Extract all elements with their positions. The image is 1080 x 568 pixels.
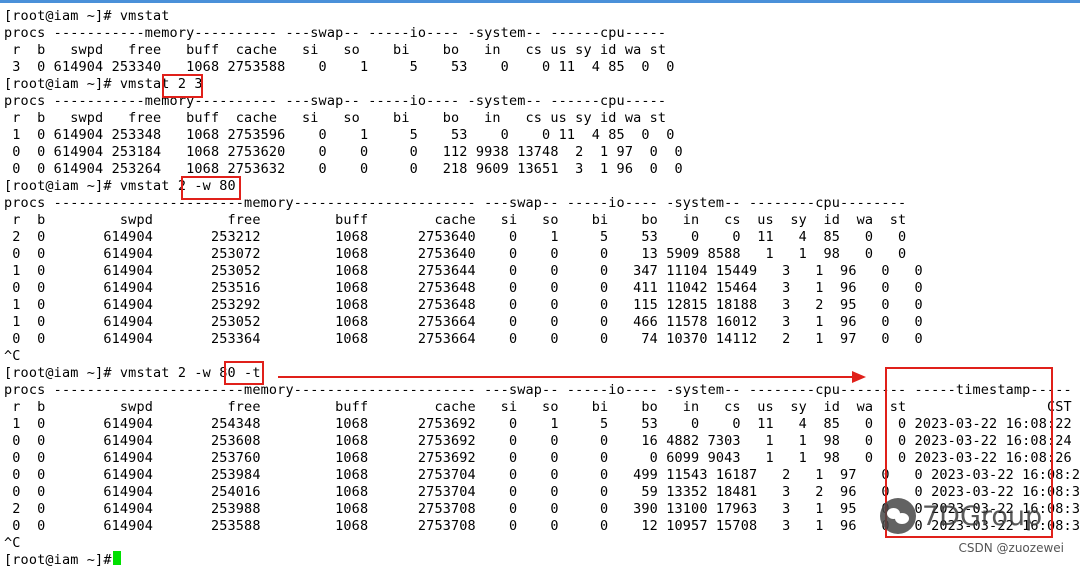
terminal-line-interrupt: ^C xyxy=(4,348,21,364)
window-top-border xyxy=(0,0,1080,3)
terminal-line-row: 0 0 614904 253516 1068 2753648 0 0 0 411… xyxy=(4,280,923,296)
terminal-line-row: 0 0 614904 253184 1068 2753620 0 0 0 112… xyxy=(4,144,683,160)
highlight-box-wide-option xyxy=(181,176,241,200)
credit-text: CSDN @zuozewei xyxy=(958,541,1065,555)
terminal-line-row: 2 0 614904 253212 1068 2753640 0 1 5 53 … xyxy=(4,229,907,245)
terminal-line-columns: r b swpd free buff cache si so bi bo in … xyxy=(4,212,907,228)
annotation-arrow-head xyxy=(852,371,866,383)
terminal-line-header: procs -----------------------memory-----… xyxy=(4,195,907,211)
terminal-line-row: 1 0 614904 253292 1068 2753648 0 0 0 115… xyxy=(4,297,923,313)
highlight-box-args xyxy=(162,74,203,98)
annotation-arrow xyxy=(278,376,853,378)
terminal-line-prompt: [root@iam ~]# vmstat 2 -w 80 -t xyxy=(4,365,261,381)
watermark-text: 7DGroup xyxy=(922,500,1043,532)
terminal-line-row: 1 0 614904 253052 1068 2753644 0 0 0 347… xyxy=(4,263,923,279)
terminal-line-row: 0 0 614904 253364 1068 2753664 0 0 0 74 … xyxy=(4,331,923,347)
terminal-line-columns: r b swpd free buff cache si so bi bo in … xyxy=(4,110,667,126)
terminal-line-interrupt: ^C xyxy=(4,535,21,551)
highlight-box-timestamp-option xyxy=(224,361,264,385)
terminal-line-row: 1 0 614904 253348 1068 2753596 0 1 5 53 … xyxy=(4,127,675,143)
terminal-line-prompt: [root@iam ~]# vmstat xyxy=(4,8,170,24)
watermark: 7DGroup xyxy=(880,494,1042,538)
wechat-icon xyxy=(880,498,916,534)
terminal-line-row: 0 0 614904 253264 1068 2753632 0 0 0 218… xyxy=(4,161,683,177)
terminal-line-columns: r b swpd free buff cache si so bi bo in … xyxy=(4,42,667,58)
terminal-line-header: procs -----------memory---------- ---swa… xyxy=(4,25,667,41)
terminal-cursor xyxy=(113,551,121,565)
terminal-line-row: 1 0 614904 253052 1068 2753664 0 0 0 466… xyxy=(4,314,923,330)
terminal-line-row: 3 0 614904 253340 1068 2753588 0 1 5 53 … xyxy=(4,59,675,75)
terminal-line-prompt[interactable]: [root@iam ~]# xyxy=(4,552,120,568)
terminal-line-header: procs -----------memory---------- ---swa… xyxy=(4,93,667,109)
terminal-line-row: 0 0 614904 253072 1068 2753640 0 0 0 13 … xyxy=(4,246,907,262)
